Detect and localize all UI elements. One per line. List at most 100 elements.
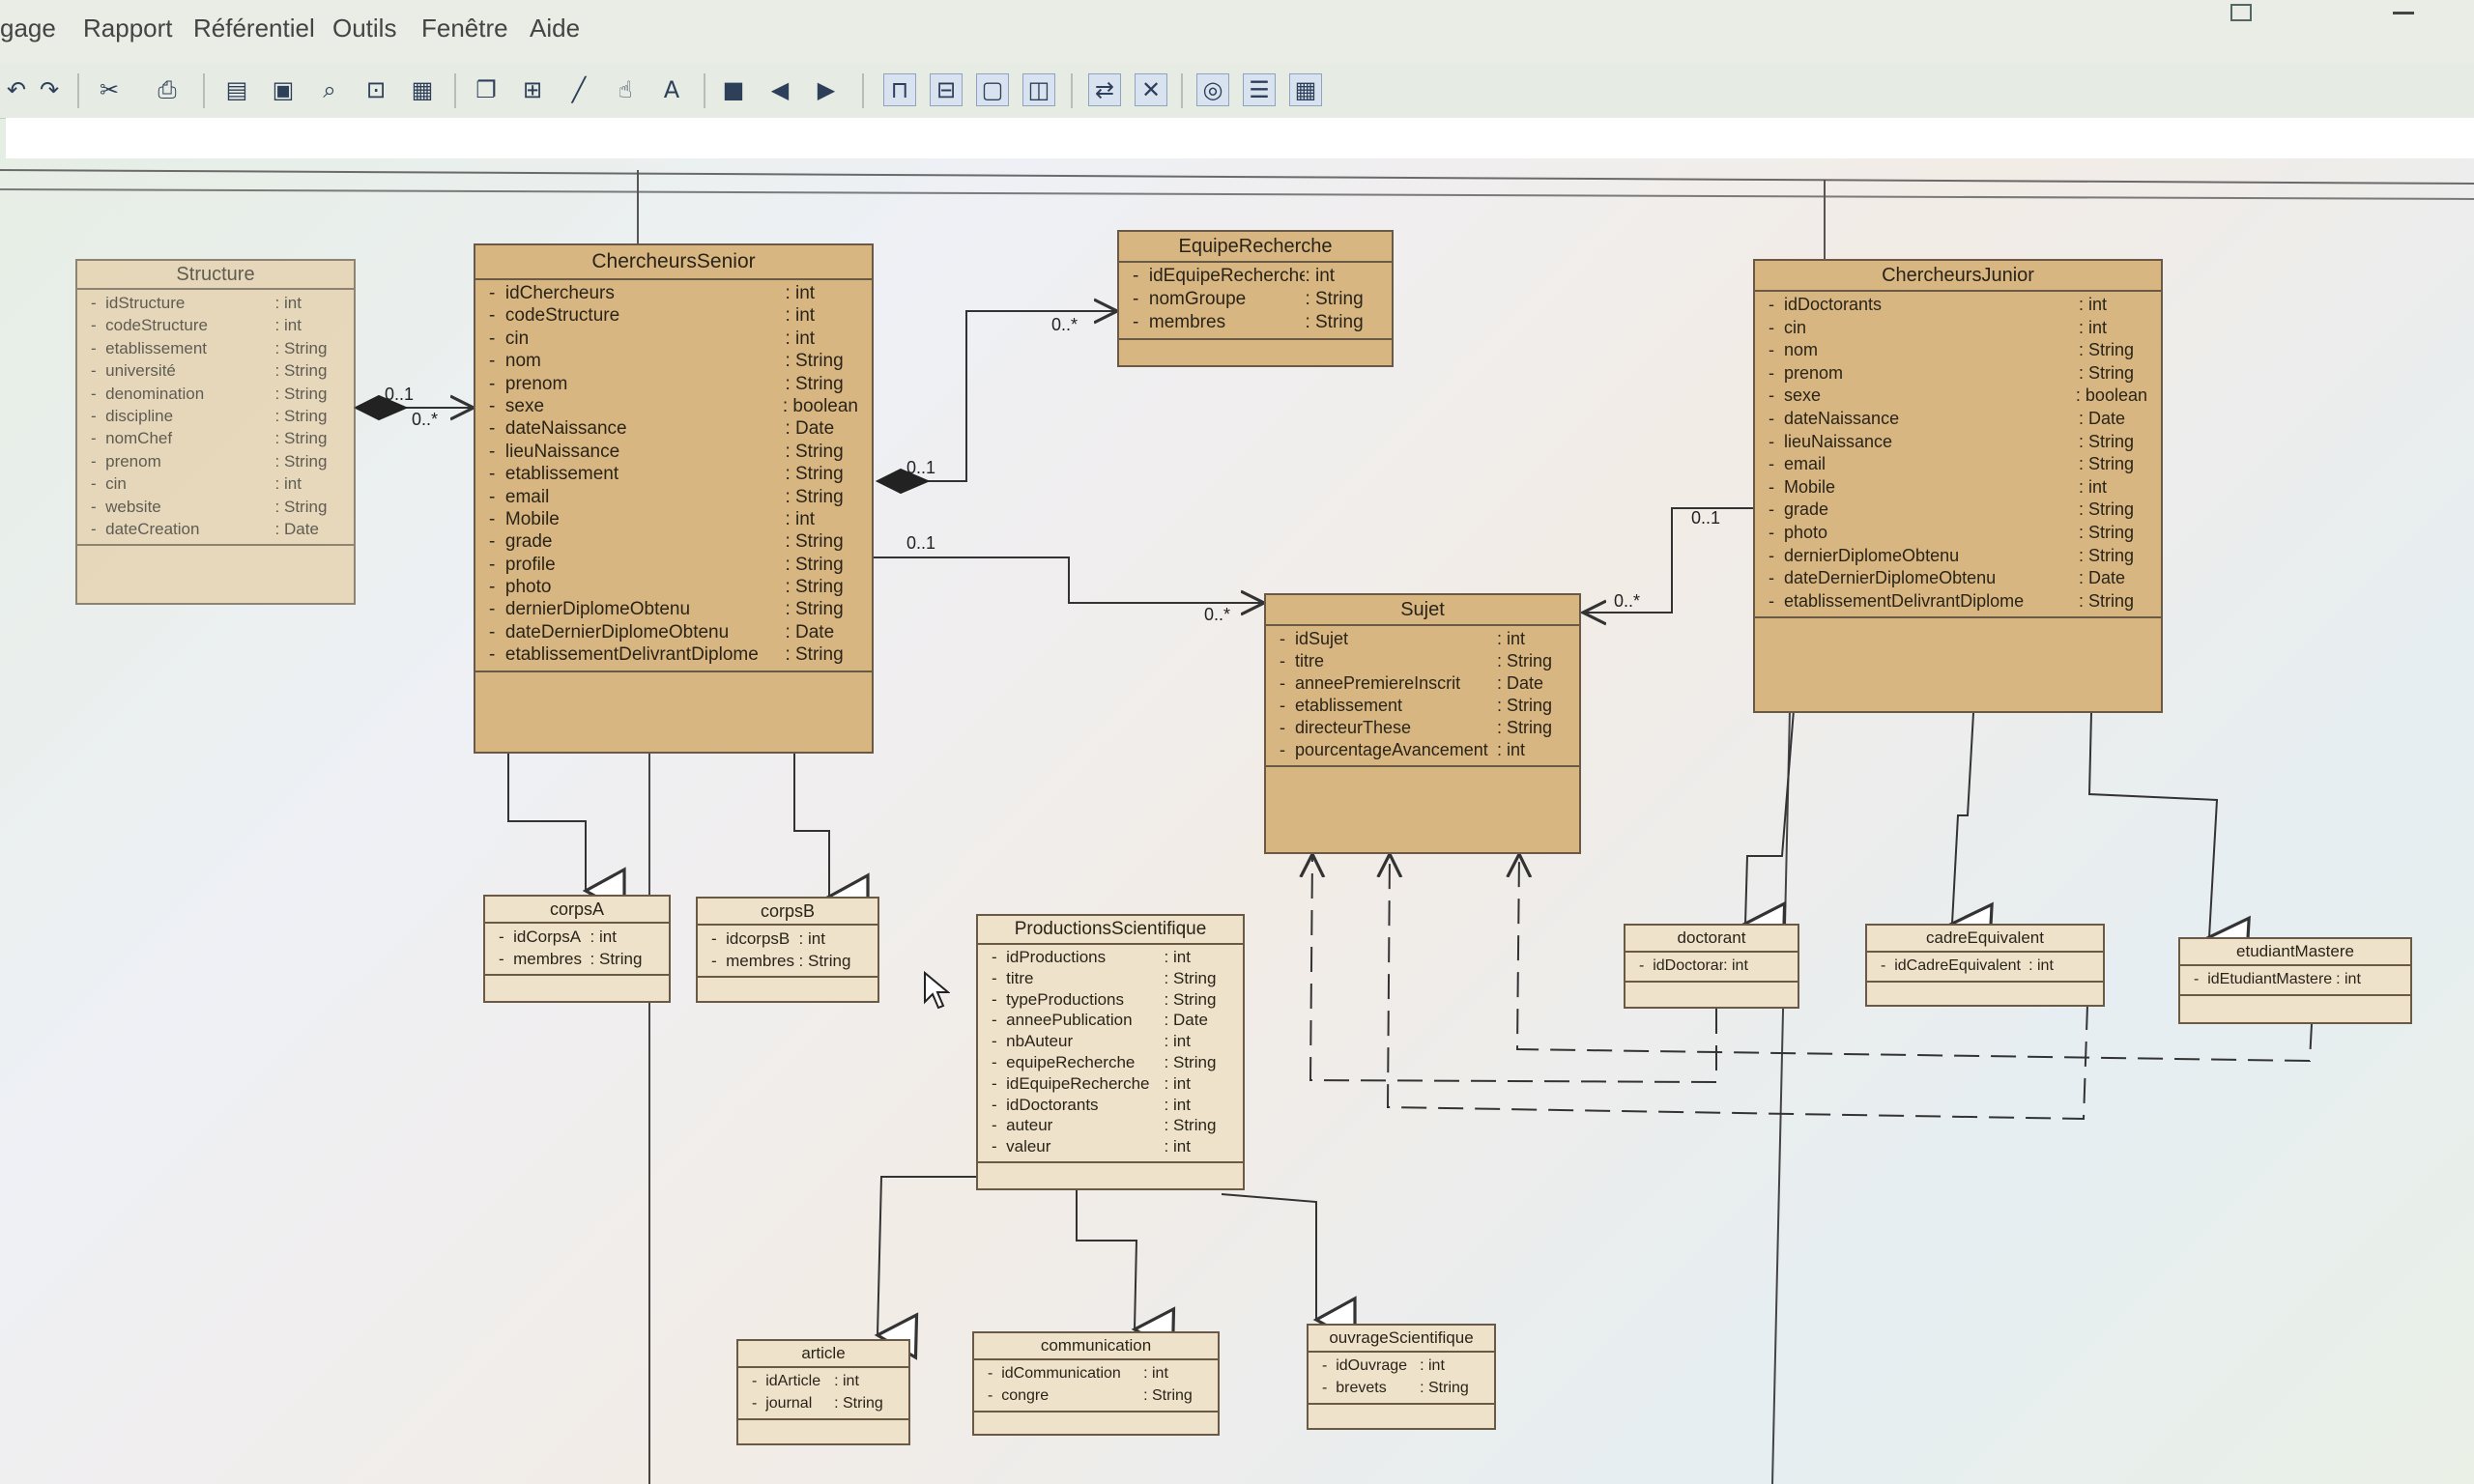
attribute-row[interactable]: - etablissementDelivrantDiplome: String [489,643,858,666]
attribute-row[interactable]: - idDoctorants: int [1769,294,2147,317]
attribute-row[interactable]: - anneePremiereInscrit: Date [1280,672,1566,695]
attribute-row[interactable]: - photo: String [1769,522,2147,545]
attribute-row[interactable]: - idSujet: int [1280,628,1566,650]
class-cadre-equivalent[interactable]: cadreEquivalent - idCadreEquivalent: int [1865,924,2105,1007]
attribute-row[interactable]: - etablissementDelivrantDiplome: String [1769,590,2147,614]
attribute-row[interactable]: - nomGroupe: String [1133,288,1378,311]
inheritance-article[interactable] [874,1176,976,1360]
inheritance-corps-b[interactable] [793,754,870,921]
association-senior-sujet[interactable] [874,556,1264,603]
class-equipe-recherche[interactable]: EquipeRecherche - idEquipeRecherche: int -… [1117,230,1394,367]
attribute-row[interactable]: - dernierDiplomeObtenu: String [489,598,858,620]
attribute-row[interactable]: - discipline: String [91,405,340,427]
attribute-row[interactable]: - sexe: boolean [1769,385,2147,408]
attribute-row[interactable]: - titre: String [1280,650,1566,672]
attribute-row[interactable]: - dateNaissance: Date [489,417,858,440]
attribute-row[interactable]: - auteur: String [992,1115,1229,1136]
attribute-row[interactable]: - dateDernierDiplomeObtenu: Date [1769,567,2147,590]
attribute-row[interactable]: - etablissement: String [489,463,858,485]
attribute-row[interactable]: - idEquipeRecherche: int [992,1073,1229,1095]
class-ouvrage[interactable]: ouvrageScientifique - idOuvrage: int - bre… [1307,1324,1496,1430]
attribute-row[interactable]: - brevets: String [1322,1377,1481,1399]
class-corps-b[interactable]: corpsB - idcorpsB: int - membres: String [696,897,879,1003]
type-separator: : [785,621,795,642]
attribute-row[interactable]: - prenom: String [1769,362,2147,385]
attribute-row[interactable]: - lieuNaissance: String [489,441,858,463]
class-chercheurs-senior[interactable]: ChercheursSenior - idChercheurs: int - cod… [474,243,874,754]
class-corps-a[interactable]: corpsA - idCorpsA: int - membres: String [483,895,671,1003]
inheritance-etudiant[interactable] [2087,712,2251,964]
attribute-row[interactable]: - idCadreEquivalent: int [1881,955,2089,977]
attribute-row[interactable]: - directeurThese: String [1280,717,1566,739]
attribute-row[interactable]: - valeur: int [992,1136,1229,1157]
attribute-row[interactable]: - membres: String [499,948,655,970]
attribute-row[interactable]: - prenom: String [489,373,858,395]
attribute-row[interactable]: - idProductions: int [992,947,1229,968]
attribute-row[interactable]: - idCommunication: int [988,1362,1204,1384]
attribute-row[interactable]: - codeStructure: int [91,314,340,336]
attribute-row[interactable]: - denomination: String [91,383,340,405]
attribute-row[interactable]: - titre: String [992,968,1229,989]
attribute-row[interactable]: - etablissement: String [91,337,340,359]
attribute-row[interactable]: - membres: String [1133,311,1378,334]
attribute-row[interactable]: - dateNaissance: Date [1769,408,2147,431]
attribute-row[interactable]: - dateDernierDiplomeObtenu: Date [489,621,858,643]
class-doctorant[interactable]: doctorant- idDoctorant: int [1624,924,1799,1009]
attribute-row[interactable]: - idArticle: int [752,1370,895,1392]
attribute-row[interactable]: - website: String [91,496,340,518]
attribute-row[interactable]: - cin: int [1769,317,2147,340]
attribute-row[interactable]: - Mobile: int [1769,476,2147,499]
association-junior-sujet[interactable] [1583,507,1753,613]
class-etudiant-mastere[interactable]: etudiantMastere - idEtudiantMastere: int [2178,937,2412,1024]
attribute-row[interactable]: - anneePublication: Date [992,1010,1229,1031]
attribute-row[interactable]: - membres: String [711,950,864,972]
inheritance-communication[interactable] [1076,1190,1176,1355]
attribute-row[interactable]: - idChercheurs: int [489,282,858,304]
type-separator: : [785,577,795,598]
attribute-row[interactable]: - profile: String [489,554,858,576]
attribute-row[interactable]: - photo: String [489,576,858,598]
attribute-row[interactable]: - grade: String [489,530,858,553]
attribute-row[interactable]: - université: String [91,359,340,382]
class-structure[interactable]: Structure - idStructure: int - codeStructu… [75,259,356,605]
attribute-row[interactable]: - nbAuteur: int [992,1031,1229,1052]
attribute-row[interactable]: - nom: String [489,350,858,372]
attribute-row[interactable]: - dernierDiplomeObtenu: String [1769,545,2147,568]
attribute-row[interactable]: - dateCreation: Date [91,518,340,540]
inheritance-cadre[interactable] [1948,712,1994,950]
attribute-row[interactable]: - nomChef: String [91,427,340,449]
attribute-row[interactable]: - etablissement: String [1280,695,1566,717]
attribute-row[interactable]: - idDoctorant: int [1639,955,1784,977]
attribute-row[interactable]: - nom: String [1769,339,2147,362]
attribute-row[interactable]: - cin: int [489,328,858,350]
association-senior-equipe[interactable] [877,311,1117,481]
class-chercheurs-junior[interactable]: ChercheursJunior - idDoctorants: int - cin… [1753,259,2163,713]
inheritance-corps-a[interactable] [507,754,626,915]
attribute-row[interactable]: - typeProductions: String [992,989,1229,1011]
attribute-row[interactable]: - idEquipeRecherche: int [1133,265,1378,288]
class-article[interactable]: article - idArticle: int - journal: String [736,1339,910,1445]
attribute-row[interactable]: - email: String [489,486,858,508]
inheritance-ouvrage[interactable] [1221,1193,1357,1344]
attribute-row[interactable]: - sexe: boolean [489,395,858,417]
attribute-row[interactable]: - cin: int [91,472,340,495]
attribute-row[interactable]: - email: String [1769,453,2147,476]
attribute-row[interactable]: - idOuvrage: int [1322,1355,1481,1377]
attribute-row[interactable]: - grade: String [1769,499,2147,522]
attribute-row[interactable]: - pourcentageAvancement: int [1280,739,1566,761]
attribute-row[interactable]: - codeStructure: int [489,304,858,327]
attribute-row[interactable]: - idDoctorants: int [992,1095,1229,1116]
attribute-row[interactable]: - prenom: String [91,450,340,472]
attribute-row[interactable]: - idCorpsA: int [499,926,655,948]
class-sujet[interactable]: Sujet - idSujet: int - titre: String - anne… [1264,593,1581,854]
attribute-row[interactable]: - equipeRecherche: String [992,1052,1229,1073]
attribute-row[interactable]: - idEtudiantMastere: int [2194,968,2397,990]
attribute-row[interactable]: - idcorpsB: int [711,928,864,950]
attribute-row[interactable]: - journal: String [752,1392,895,1414]
attribute-row[interactable]: - idStructure: int [91,292,340,314]
class-communication[interactable]: communication - idCommunication: int - con… [972,1331,1220,1436]
attribute-row[interactable]: - lieuNaissance: String [1769,431,2147,454]
attribute-row[interactable]: - Mobile: int [489,508,858,530]
attribute-row[interactable]: - congre: String [988,1384,1204,1407]
class-productions[interactable]: ProductionsScientifique - idProductions: … [976,914,1245,1190]
